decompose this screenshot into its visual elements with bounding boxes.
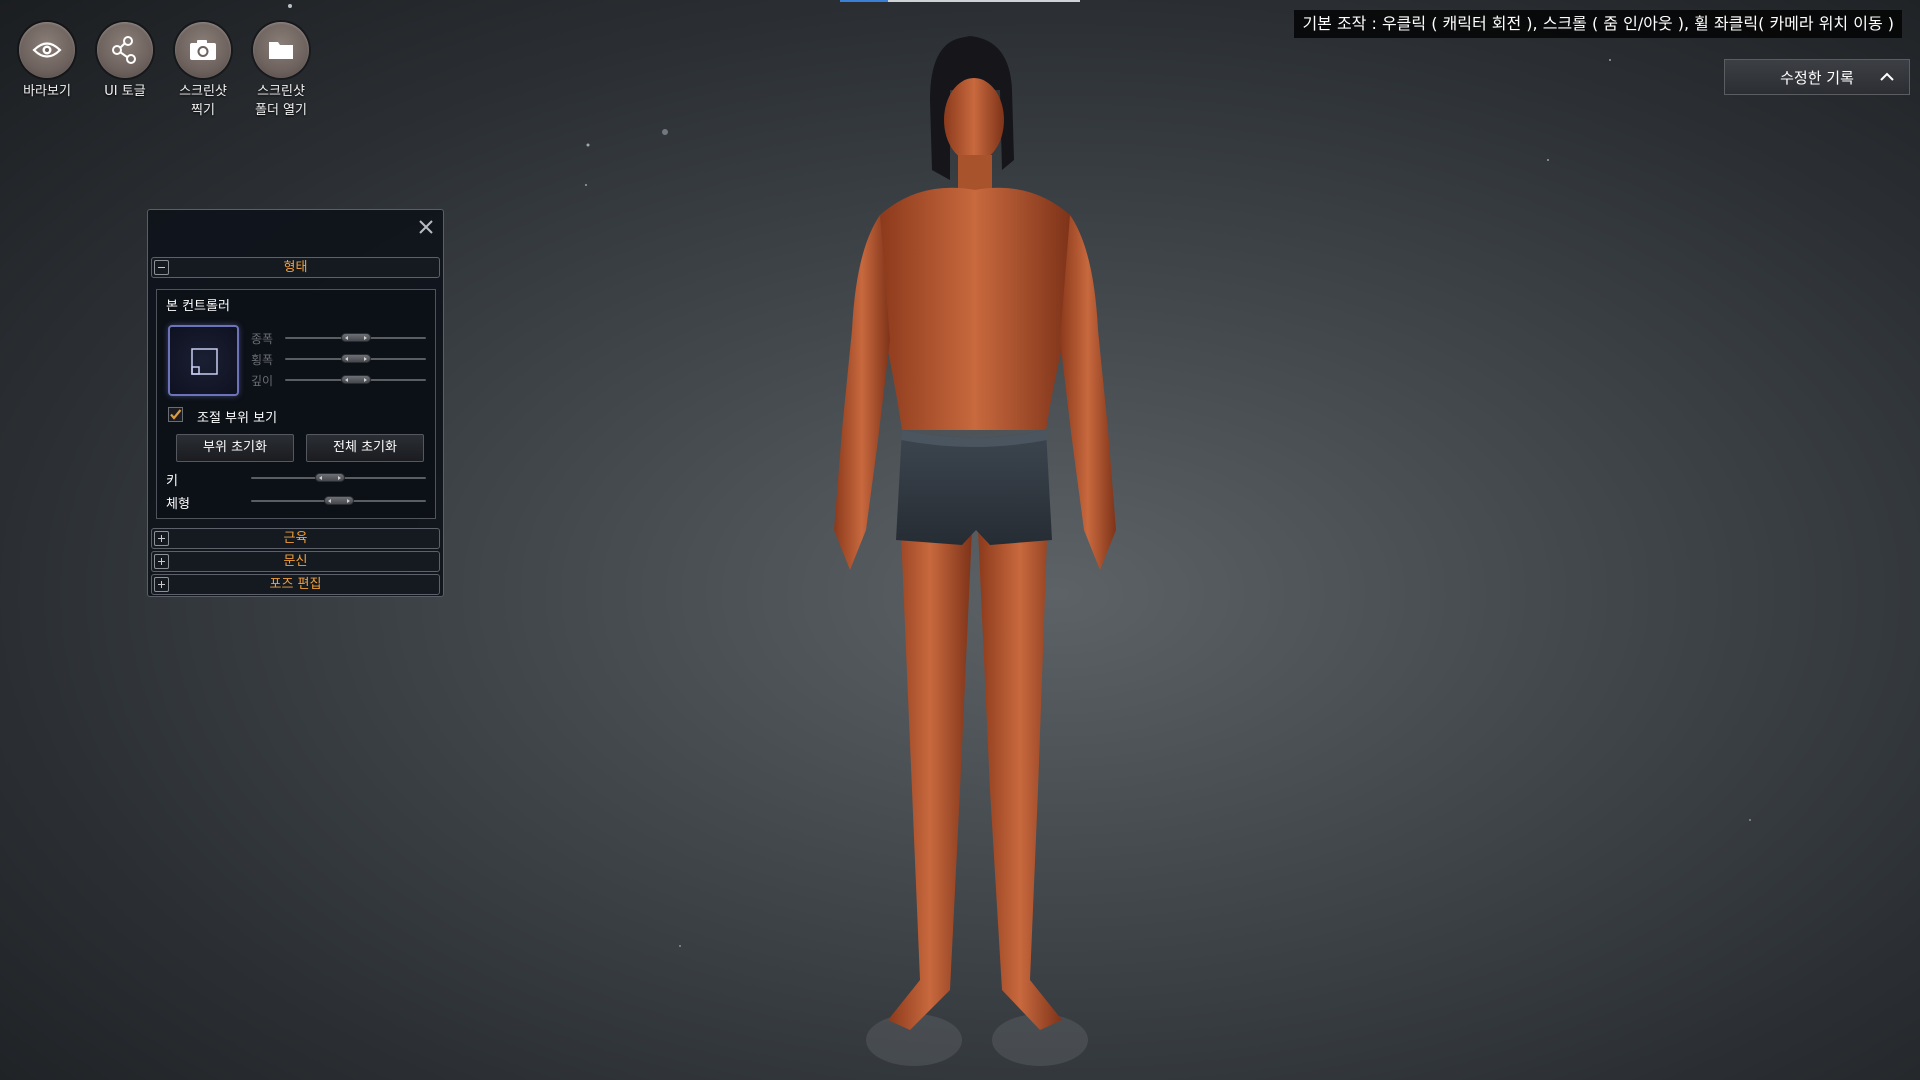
take-screenshot-button[interactable]: 스크린샷 찍기	[174, 22, 232, 120]
character-model[interactable]	[790, 30, 1150, 1080]
look-at-button[interactable]: 바라보기	[18, 22, 76, 120]
body-type-slider[interactable]	[251, 495, 426, 507]
height-slider[interactable]	[251, 472, 426, 484]
reset-part-button[interactable]: 부위 초기화	[176, 434, 294, 462]
bone-slider-label-3: 깊이	[251, 374, 274, 388]
folder-icon	[253, 22, 309, 78]
height-label: 키	[166, 474, 178, 489]
expand-icon[interactable]	[154, 554, 169, 569]
bone-slider-label-2: 횡폭	[251, 353, 274, 367]
reset-all-button[interactable]: 전체 초기화	[306, 434, 424, 462]
section-muscle[interactable]: 근육	[151, 528, 440, 549]
section-tattoo-label: 문신	[283, 554, 308, 569]
expand-icon[interactable]	[154, 531, 169, 546]
show-parts-label: 조절 부위 보기	[197, 411, 278, 426]
take-screenshot-label: 스크린샷 찍기	[179, 84, 227, 118]
section-muscle-label: 근육	[283, 531, 308, 546]
loading-progress-fill	[840, 0, 888, 2]
bone-selector[interactable]	[168, 325, 239, 396]
section-shape-label: 형태	[283, 260, 308, 275]
body-type-label: 체형	[166, 497, 190, 512]
close-icon[interactable]	[417, 218, 435, 236]
section-pose-label: 포즈 편집	[269, 577, 322, 592]
customization-panel: 형태 본 컨트롤러 종폭 횡폭 깊이 조절 부위 보기 부위 초기화 전체 초기…	[147, 209, 444, 597]
edit-history-label: 수정한 기록	[1780, 68, 1854, 87]
section-shape[interactable]: 형태	[151, 257, 440, 278]
camera-toolbar: 바라보기 UI 토글 스크린샷 찍기 스크린샷 폴더 열기	[18, 22, 310, 120]
camera-icon	[175, 22, 231, 78]
collapse-icon[interactable]	[154, 260, 169, 275]
expand-icon[interactable]	[154, 577, 169, 592]
chevron-up-icon	[1880, 72, 1894, 81]
bone-slider-label-1: 종폭	[251, 332, 274, 346]
eye-icon	[19, 22, 75, 78]
open-screenshot-folder-button[interactable]: 스크린샷 폴더 열기	[252, 22, 310, 120]
ui-toggle-label: UI 토글	[104, 84, 146, 99]
controls-hint: 기본 조작 : 우클릭 ( 캐릭터 회전 ), 스크롤 ( 줌 인/아웃 ), …	[1294, 10, 1902, 38]
section-tattoo[interactable]: 문신	[151, 551, 440, 572]
show-parts-checkbox[interactable]	[168, 407, 183, 422]
section-pose[interactable]: 포즈 편집	[151, 574, 440, 595]
bone-slider-1[interactable]	[285, 332, 426, 344]
bone-slider-3[interactable]	[285, 374, 426, 386]
ui-toggle-icon	[97, 22, 153, 78]
look-at-label: 바라보기	[23, 84, 71, 99]
bone-controller-group: 본 컨트롤러 종폭 횡폭 깊이 조절 부위 보기 부위 초기화 전체 초기화 키…	[156, 289, 436, 519]
bone-frame-icon	[191, 348, 218, 375]
bone-slider-2[interactable]	[285, 353, 426, 365]
ui-toggle-button[interactable]: UI 토글	[96, 22, 154, 120]
open-screenshot-folder-label: 스크린샷 폴더 열기	[255, 84, 307, 118]
edit-history-dropdown[interactable]: 수정한 기록	[1724, 59, 1910, 95]
loading-progress-bar	[840, 0, 1080, 2]
bone-controller-title: 본 컨트롤러	[166, 299, 230, 314]
